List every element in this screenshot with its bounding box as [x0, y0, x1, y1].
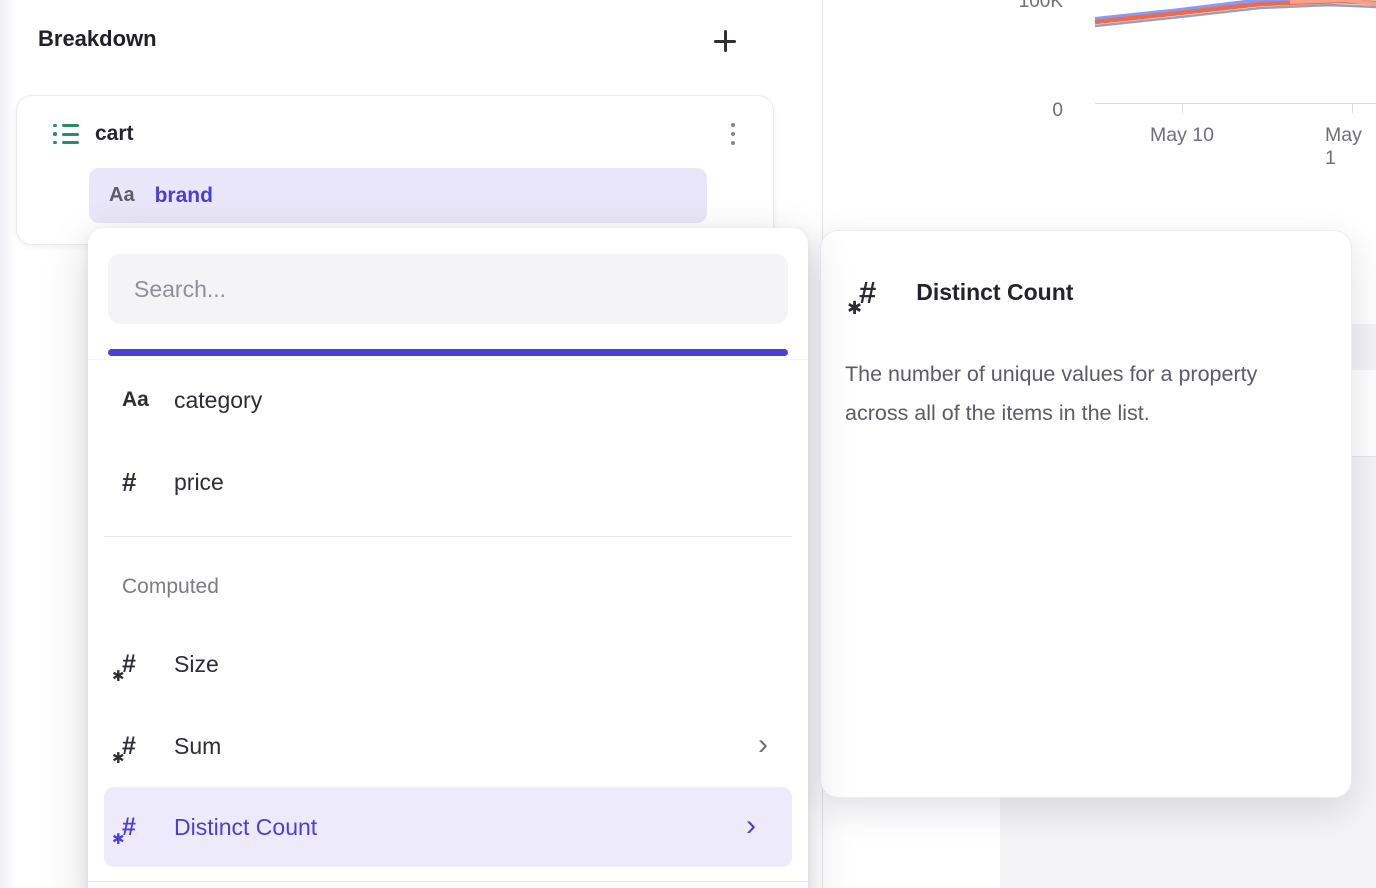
dropdown-item-label: price [174, 469, 224, 496]
x-axis-tickmark [1352, 103, 1353, 113]
y-axis-tick-100k: 100K [993, 0, 1063, 13]
breakdown-property-row[interactable]: cart [53, 118, 134, 150]
computed-number-icon: #✱ [122, 734, 174, 759]
x-axis-label-may10: May 10 [1132, 124, 1232, 147]
property-picker-dropdown: Aa category # price Computed #✱ Size #✱ … [88, 228, 808, 888]
kebab-menu-icon[interactable] [721, 114, 745, 154]
y-axis-tick-0: 0 [993, 100, 1063, 122]
dropdown-header-shadow [88, 359, 808, 360]
search-box [108, 254, 788, 324]
dropdown-item-label: Distinct Count [174, 814, 317, 841]
search-input[interactable] [108, 254, 788, 324]
tooltip-title: Distinct Count [916, 279, 1073, 306]
breakdown-cart-card: cart Aa brand [16, 95, 774, 245]
dropdown-item-category[interactable]: Aa category [88, 371, 808, 429]
list-property-icon [53, 124, 79, 145]
dropdown-item-label: category [174, 387, 262, 414]
dropdown-divider [88, 881, 808, 882]
x-axis-tickmark [1182, 103, 1183, 113]
chevron-right-icon: › [746, 811, 756, 841]
text-property-icon: Aa [122, 388, 174, 412]
dropdown-item-price[interactable]: # price [88, 453, 808, 511]
dropdown-item-size[interactable]: #✱ Size [88, 635, 808, 693]
insights-report-page: 100K 0 May 10 May 1 Breakdown cart Aa br… [0, 0, 1376, 888]
page-edge-shadow [0, 0, 16, 888]
number-property-icon: # [122, 467, 174, 498]
computed-number-icon: #✱ [859, 277, 876, 308]
computed-number-icon: #✱ [122, 652, 174, 677]
dropdown-item-label: Size [174, 651, 219, 678]
dropdown-item-distinct-count[interactable]: #✱ Distinct Count › [104, 787, 792, 867]
dropdown-item-sum[interactable]: #✱ Sum › [88, 717, 808, 775]
plus-icon [714, 30, 736, 52]
x-axis-line [1095, 103, 1376, 104]
line-chart-series [1095, 0, 1376, 32]
chevron-right-icon: › [758, 730, 768, 760]
computed-number-icon: #✱ [122, 815, 174, 840]
breakdown-property-name: cart [95, 122, 134, 146]
selected-child-property-chip[interactable]: Aa brand [89, 168, 707, 223]
distinct-count-tooltip: #✱ Distinct Count The number of unique v… [820, 230, 1352, 798]
x-axis-label-may1: May 1 [1325, 124, 1376, 170]
tooltip-description: The number of unique values for a proper… [845, 355, 1317, 433]
add-breakdown-button[interactable] [702, 18, 748, 64]
dropdown-accent-bar [108, 349, 788, 356]
dropdown-item-label: Sum [174, 733, 221, 760]
breakdown-section-title: Breakdown [38, 26, 157, 52]
selected-child-property-name: brand [155, 184, 213, 208]
dropdown-divider [104, 536, 792, 537]
computed-section-label: Computed [122, 575, 219, 599]
text-property-icon: Aa [109, 184, 135, 207]
